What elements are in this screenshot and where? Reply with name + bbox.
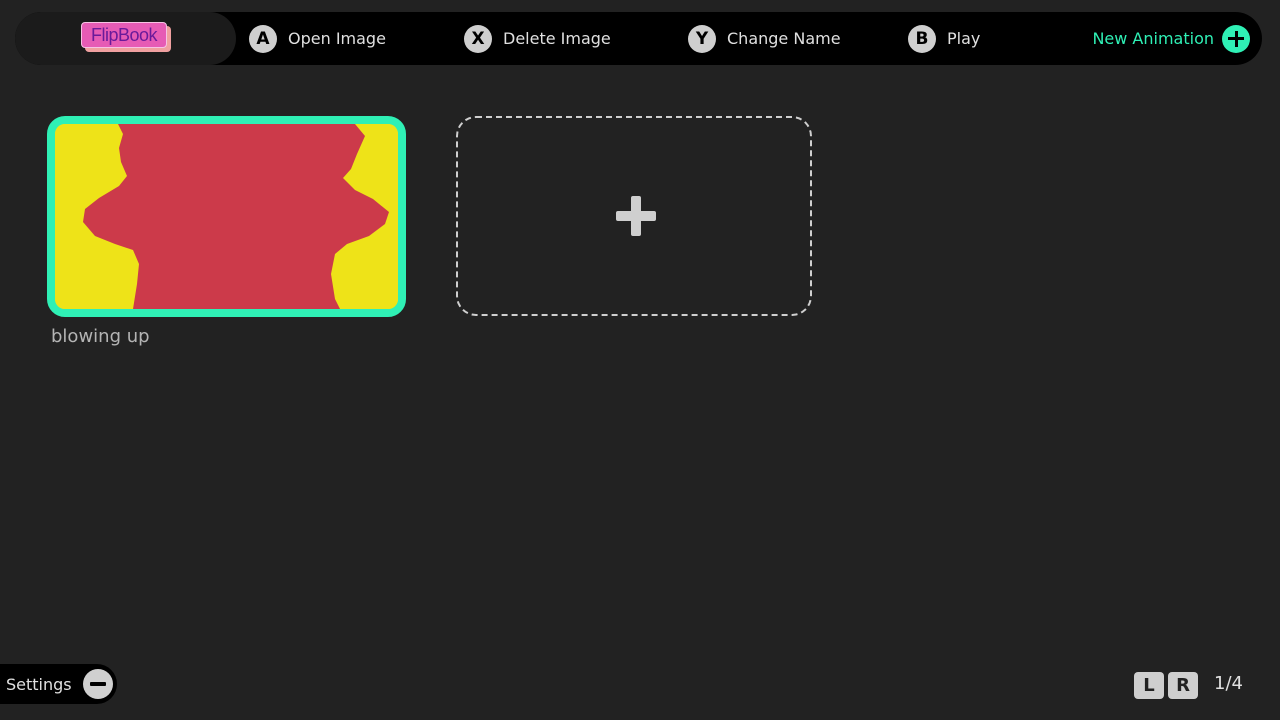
- top-bar: FlipBook A Open Image X Delete Image Y C…: [15, 12, 1262, 65]
- animation-thumbnail: [55, 124, 398, 309]
- play-label: Play: [947, 29, 981, 48]
- play-action[interactable]: B Play: [908, 12, 980, 65]
- logo-text: FlipBook: [81, 22, 167, 48]
- x-button-icon: X: [464, 24, 492, 53]
- settings-button[interactable]: Settings: [0, 664, 117, 704]
- page-indicator: 1/4: [1214, 673, 1243, 694]
- l-button-icon[interactable]: L: [1134, 672, 1164, 699]
- r-button-icon[interactable]: R: [1168, 672, 1198, 699]
- animation-title: blowing up: [51, 326, 150, 347]
- open-image-label: Open Image: [288, 29, 386, 48]
- new-animation-label: New Animation: [1092, 29, 1214, 48]
- flipbook-screen: FlipBook A Open Image X Delete Image Y C…: [0, 0, 1280, 720]
- logo-area: FlipBook: [15, 12, 236, 65]
- b-button-icon: B: [908, 24, 936, 53]
- settings-label: Settings: [6, 674, 72, 694]
- delete-image-label: Delete Image: [503, 29, 611, 48]
- animation-card-selected[interactable]: [47, 116, 406, 317]
- y-button-icon: Y: [688, 24, 716, 53]
- add-animation-slot[interactable]: [456, 116, 812, 316]
- new-animation-button[interactable]: New Animation: [1092, 12, 1250, 65]
- minus-button-icon: [83, 669, 113, 699]
- a-button-icon: A: [249, 24, 277, 53]
- plus-circle-icon: [1222, 24, 1250, 53]
- open-image-action[interactable]: A Open Image: [249, 12, 386, 65]
- change-name-action[interactable]: Y Change Name: [688, 12, 841, 65]
- change-name-label: Change Name: [727, 29, 841, 48]
- plus-icon: [616, 196, 656, 236]
- delete-image-action[interactable]: X Delete Image: [464, 12, 611, 65]
- flipbook-logo: FlipBook: [81, 22, 171, 52]
